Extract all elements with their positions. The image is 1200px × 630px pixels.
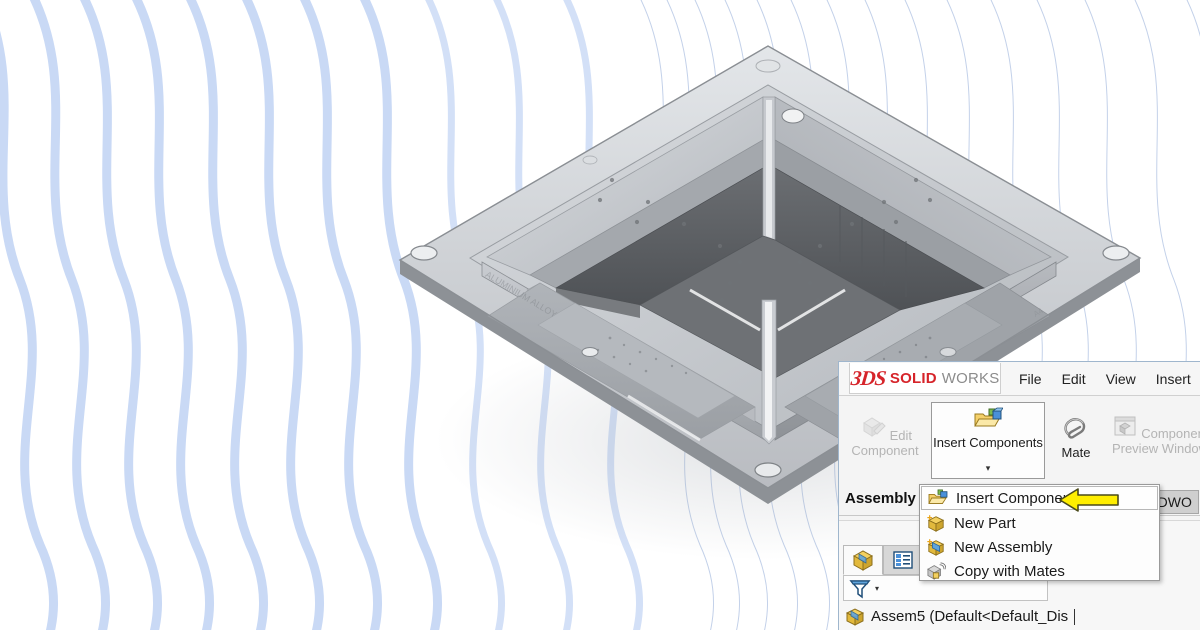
assembly-tree-icon bbox=[852, 550, 874, 571]
insert-components-icon bbox=[974, 407, 1004, 427]
component-preview-window-icon bbox=[1114, 416, 1136, 436]
edit-component-icon bbox=[863, 417, 886, 437]
logo-works-text: WORKS bbox=[941, 369, 1000, 387]
mate-label: Mate bbox=[1061, 444, 1091, 460]
menu-item-file[interactable]: File bbox=[1009, 367, 1052, 391]
feature-tree-root-item[interactable]: Assem5 (Default<Default_Dis bbox=[845, 607, 1076, 626]
insert-components-label: Insert Components bbox=[933, 435, 1043, 450]
solidworks-titlebar: 3DS SOLIDWORKS File Edit View Insert To bbox=[839, 362, 1200, 396]
assembly-icon bbox=[845, 608, 865, 626]
tab-assembly[interactable]: Assembly bbox=[845, 490, 916, 507]
edit-component-label-1: Edit bbox=[889, 428, 913, 443]
menu-bar: File Edit View Insert To bbox=[1009, 362, 1200, 395]
screenshot-root: ALUMINIUM ALLOY A4 3DS SOLID WORKS File E… bbox=[0, 0, 1200, 630]
solidworks-logo[interactable]: 3DS SOLID WORKS bbox=[849, 363, 1001, 394]
feature-manager-tabs bbox=[843, 545, 923, 575]
component-preview-window-button[interactable]: Component Preview Window bbox=[1107, 414, 1200, 457]
filter-chevron-down-icon[interactable]: ▾ bbox=[875, 584, 879, 593]
edit-component-button[interactable]: Edit Component bbox=[843, 414, 927, 459]
feature-tree-root-label: Assem5 (Default<Default_Dis bbox=[871, 608, 1069, 625]
insert-components-icon bbox=[928, 489, 948, 504]
menu-item-new-part[interactable]: New Part bbox=[920, 511, 1159, 535]
insert-components-dropdown-menu: Insert Components New Part New Assembly … bbox=[919, 484, 1160, 581]
component-preview-label-2: Preview Window bbox=[1111, 440, 1200, 456]
property-manager-icon bbox=[893, 551, 913, 569]
filter-funnel-icon bbox=[849, 580, 871, 599]
menu-item-edit[interactable]: Edit bbox=[1052, 367, 1096, 391]
paperclip-icon bbox=[1064, 418, 1086, 439]
chevron-down-icon: ▾ bbox=[985, 463, 991, 473]
menu-item-copy-with-mates-label: Copy with Mates bbox=[954, 562, 1065, 580]
3ds-logo-mark: 3DS bbox=[849, 365, 887, 390]
annotation-arrow-left-pointing-arrow bbox=[1059, 488, 1119, 512]
text-cursor bbox=[1074, 608, 1076, 625]
mate-button[interactable]: Mate bbox=[1048, 416, 1104, 461]
menu-item-new-part-label: New Part bbox=[954, 514, 1016, 532]
menu-item-new-assembly[interactable]: New Assembly bbox=[920, 535, 1159, 559]
logo-solid-text: SOLID bbox=[889, 369, 937, 387]
edit-component-label-2: Component bbox=[851, 442, 919, 458]
menu-item-new-assembly-label: New Assembly bbox=[954, 538, 1053, 556]
new-assembly-icon bbox=[927, 539, 945, 556]
menu-item-copy-with-mates[interactable]: Copy with Mates bbox=[920, 559, 1159, 583]
copy-with-mates-icon bbox=[927, 562, 946, 580]
ribbon-toolbar: Edit Component Insert Components ▾ Mate … bbox=[839, 396, 1200, 494]
menu-item-insert-components[interactable]: Insert Components bbox=[921, 486, 1158, 510]
menu-item-view[interactable]: View bbox=[1096, 367, 1146, 391]
boss-hole-back bbox=[781, 108, 805, 124]
insert-components-button[interactable]: Insert Components bbox=[931, 402, 1045, 460]
new-part-icon bbox=[927, 515, 945, 532]
tab-feature-tree[interactable] bbox=[843, 545, 883, 575]
component-preview-label-1: Component bbox=[1141, 426, 1200, 441]
insert-components-dropdown-toggle[interactable]: ▾ bbox=[931, 459, 1045, 479]
menu-item-insert[interactable]: Insert bbox=[1146, 367, 1200, 391]
tab-property-manager[interactable] bbox=[883, 545, 923, 575]
